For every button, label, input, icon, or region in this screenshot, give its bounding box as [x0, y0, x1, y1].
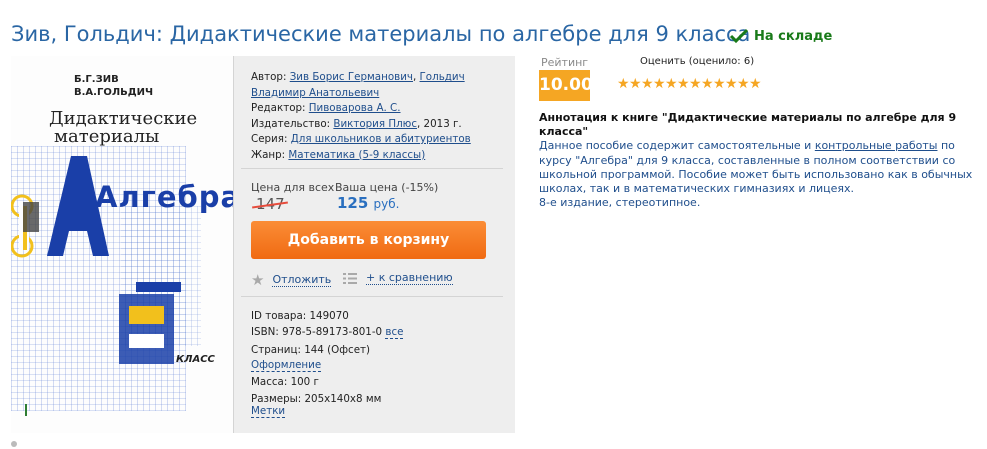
stock-status: На складе [729, 28, 832, 44]
series-label: Серия: [251, 133, 288, 145]
book-cover[interactable]: Б.Г.ЗИВ В.А.ГОЛЬДИЧ Дидактические матери… [11, 56, 233, 433]
genre-label: Жанр: [251, 148, 286, 161]
spec-tags: Метки [251, 405, 286, 418]
rating-stars[interactable]: ★ ★ ★ ★ ★ ★ ★ ★ ★ ★ ★ ★ [617, 77, 762, 91]
spec-id: ID товара: 149070 [251, 310, 349, 322]
author-label: Автор: [251, 71, 287, 83]
star-icon[interactable]: ★ [689, 77, 702, 91]
new-price-value: 125 [337, 194, 369, 212]
star-icon[interactable]: ★ [653, 77, 666, 91]
divider-meta [241, 168, 503, 169]
divider-actions [241, 296, 503, 297]
tags-link[interactable]: Метки [251, 405, 286, 418]
isbn-all-link[interactable]: все [385, 326, 404, 339]
spec-weight: Масса: 100 г [251, 376, 319, 388]
publisher-label: Издательство: [251, 117, 331, 130]
top-strip [0, 0, 987, 6]
author-link-1[interactable]: Зив Борис Германович [290, 71, 413, 83]
price-all-label: Цена для всех [251, 181, 335, 194]
old-price: 147 [252, 195, 288, 213]
postpone-label: Отложить [272, 273, 332, 287]
star-icon[interactable]: ★ [701, 77, 714, 91]
genre-link[interactable]: Математика (5-9 классы) [288, 149, 425, 161]
star-icon[interactable]: ★ [665, 77, 678, 91]
star-icon[interactable]: ★ [677, 77, 690, 91]
star-icon: ★ [251, 271, 265, 289]
new-price: 125 руб. [337, 194, 399, 212]
star-icon[interactable]: ★ [725, 77, 738, 91]
star-icon[interactable]: ★ [749, 77, 762, 91]
rating-label: Рейтинг [541, 56, 589, 69]
star-icon[interactable]: ★ [641, 77, 654, 91]
design-link[interactable]: Оформление [251, 359, 322, 372]
meta-editor: Редактор: Пивоварова А. С. [251, 101, 501, 117]
annotation-link[interactable]: контрольные работы [815, 139, 938, 152]
add-to-cart-button[interactable]: Добавить в корзину [251, 221, 486, 259]
postpone-action[interactable]: ★ Отложить [251, 271, 332, 289]
star-icon[interactable]: ★ [629, 77, 642, 91]
meta-publisher: Издательство: Виктория Плюс, 2013 г. [251, 117, 501, 133]
series-link[interactable]: Для школьников и абитуриентов [291, 133, 471, 145]
star-icon[interactable]: ★ [617, 77, 630, 91]
checkmark-icon [729, 28, 749, 44]
cover-author-1: Б.Г.ЗИВ [74, 74, 119, 85]
spec-pages: Страниц: 144 (Офсет) [251, 344, 371, 356]
list-icon [343, 272, 357, 284]
meta-series: Серия: Для школьников и абитуриентов [251, 132, 501, 148]
rate-label: Оценить (оценило: 6) [640, 56, 755, 67]
annotation-text-3: 8-е издание, стереотипное. [539, 196, 701, 210]
meta-author: Автор: Зив Борис Германович, Гольдич Вла… [251, 71, 465, 99]
price-your-label: Ваша цена (-15%) [335, 181, 439, 194]
annotation-text-1: Данное пособие содержит самостоятельные … [539, 139, 815, 153]
cover-grade-word: КЛАСС [176, 354, 215, 365]
isbn-value: ISBN: 978-5-89173-801-0 [251, 326, 383, 338]
panel-divider [233, 56, 234, 433]
cover-title-2: материалы [54, 126, 160, 147]
publisher-link[interactable]: Виктория Плюс [333, 118, 417, 130]
editor-link[interactable]: Пивоварова А. С. [309, 102, 401, 114]
spec-dims: Размеры: 205x140x8 мм [251, 393, 382, 405]
spec-design: Оформление [251, 359, 322, 372]
annotation-heading: Аннотация к книге "Дидактические материа… [539, 111, 957, 139]
stock-label: На складе [754, 28, 833, 44]
cover-author-2: В.А.ГОЛЬДИЧ [74, 87, 154, 98]
cover-subject: Алгебра [95, 180, 233, 214]
page-title: Зив, Гольдич: Дидактические материалы по… [11, 22, 751, 46]
compare-action[interactable]: + к сравнению [343, 271, 453, 285]
rating-value: 10.00 [539, 70, 593, 101]
editor-label: Редактор: [251, 102, 306, 114]
currency: руб. [373, 197, 400, 211]
compare-label: + к сравнению [366, 271, 453, 285]
book-meta: Автор: Зив Борис Германович, Гольдич Вла… [251, 70, 501, 163]
meta-genre: Жанр: Математика (5-9 классы) [251, 148, 501, 164]
annotation: Аннотация к книге "Дидактические материа… [539, 111, 987, 210]
spec-isbn: ISBN: 978-5-89173-801-0 все [251, 326, 404, 339]
star-icon[interactable]: ★ [737, 77, 750, 91]
bottom-bullet [11, 441, 17, 447]
star-icon[interactable]: ★ [713, 77, 726, 91]
publish-year: , 2013 г. [417, 117, 462, 130]
